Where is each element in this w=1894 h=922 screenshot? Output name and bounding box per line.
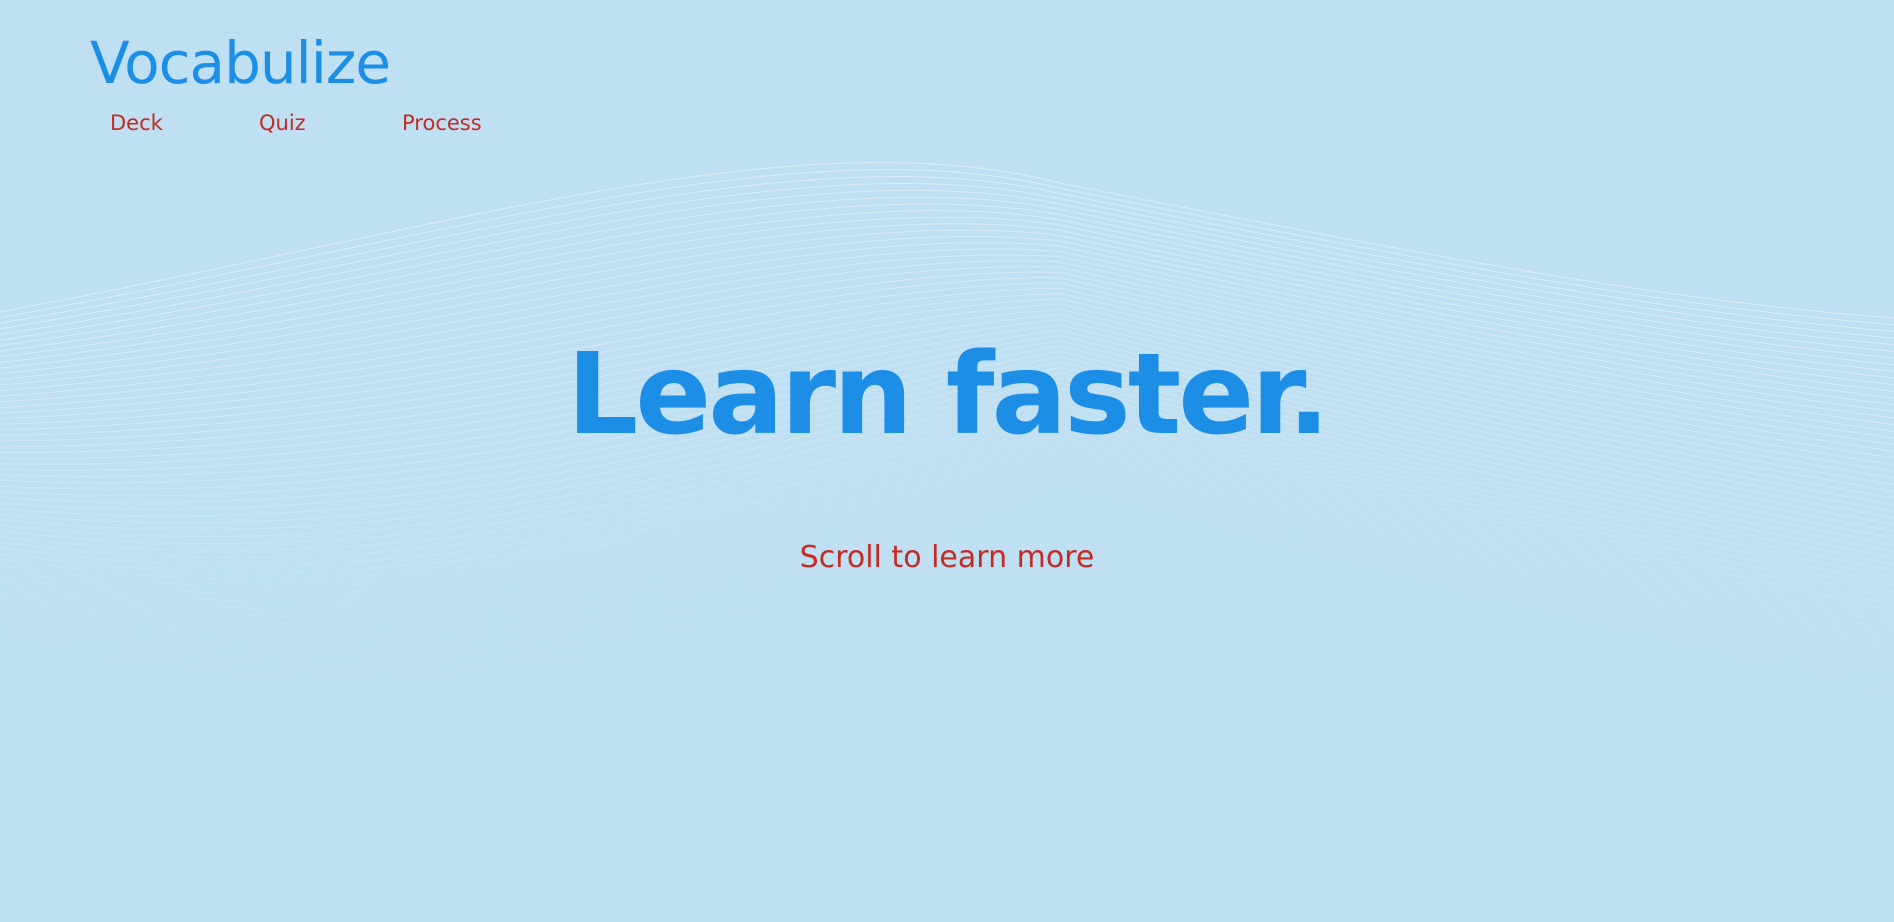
wave-line [0,176,1894,332]
scroll-hint-link[interactable]: Scroll to learn more [0,538,1894,578]
wave-line [0,477,1894,692]
background-wave-lines [0,162,1894,699]
main-nav: Deck Quiz Process [0,110,520,138]
wave-line [0,482,1894,699]
wave-line [0,189,1894,346]
wave-line [0,196,1894,352]
wave-line [0,162,1894,319]
wave-line [0,183,1894,339]
wave-line [0,169,1894,326]
nav-link-quiz[interactable]: Quiz [259,110,306,136]
nav-link-process[interactable]: Process [402,110,482,136]
wave-line [0,435,1894,639]
wave-line [0,429,1894,632]
wave-line [0,471,1894,686]
site-logo[interactable]: Vocabulize [90,30,391,97]
hero-title: Learn faster. [566,330,1330,460]
nav-link-deck[interactable]: Deck [110,110,163,136]
